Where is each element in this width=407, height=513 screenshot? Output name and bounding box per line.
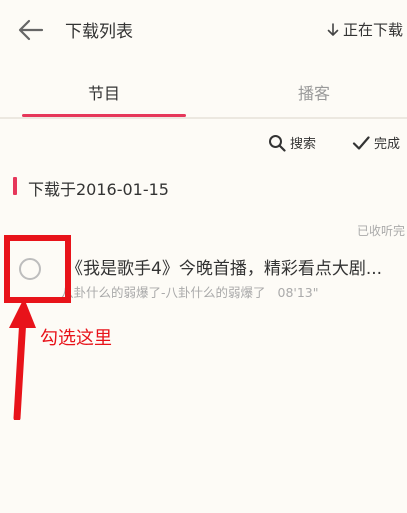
tab-podcasts[interactable]: 播客 xyxy=(298,80,330,104)
download-arrow-icon xyxy=(327,22,339,36)
tab-bar: 节目 播客 xyxy=(0,68,407,118)
item-duration: 08'13" xyxy=(277,285,319,300)
page-title: 下载列表 xyxy=(65,22,133,42)
search-label: 搜索 xyxy=(290,137,317,152)
search-button[interactable]: 搜索 xyxy=(268,133,316,152)
downloading-button[interactable]: 正在下载 xyxy=(327,19,403,40)
downloading-label: 正在下载 xyxy=(342,21,403,39)
done-label: 完成 xyxy=(374,137,401,152)
item-title: 《我是歌手4》今晚首播，精彩看点大剧... xyxy=(66,259,383,279)
checkmark-icon xyxy=(352,135,370,150)
tab-divider xyxy=(0,117,407,119)
section-accent-bar xyxy=(13,177,17,195)
item-author: 八卦什么的弱爆了-八卦什么的弱爆了 xyxy=(61,285,266,300)
top-bar: 下载列表 正在下载 xyxy=(0,0,407,58)
done-button[interactable]: 完成 xyxy=(352,133,400,152)
annotation-text: 勾选这里 xyxy=(40,328,112,349)
annotation-arrow-icon xyxy=(9,298,36,420)
listened-label: 已收听完 xyxy=(356,224,405,238)
search-icon xyxy=(269,134,286,152)
section-title: 下载于2016-01-15 xyxy=(28,180,169,199)
item-subtitle: 八卦什么的弱爆了-八卦什么的弱爆了 08'13" xyxy=(61,282,319,301)
tab-programs[interactable]: 节目 xyxy=(88,80,120,104)
back-button[interactable] xyxy=(14,14,48,46)
arrow-left-icon xyxy=(18,19,44,41)
